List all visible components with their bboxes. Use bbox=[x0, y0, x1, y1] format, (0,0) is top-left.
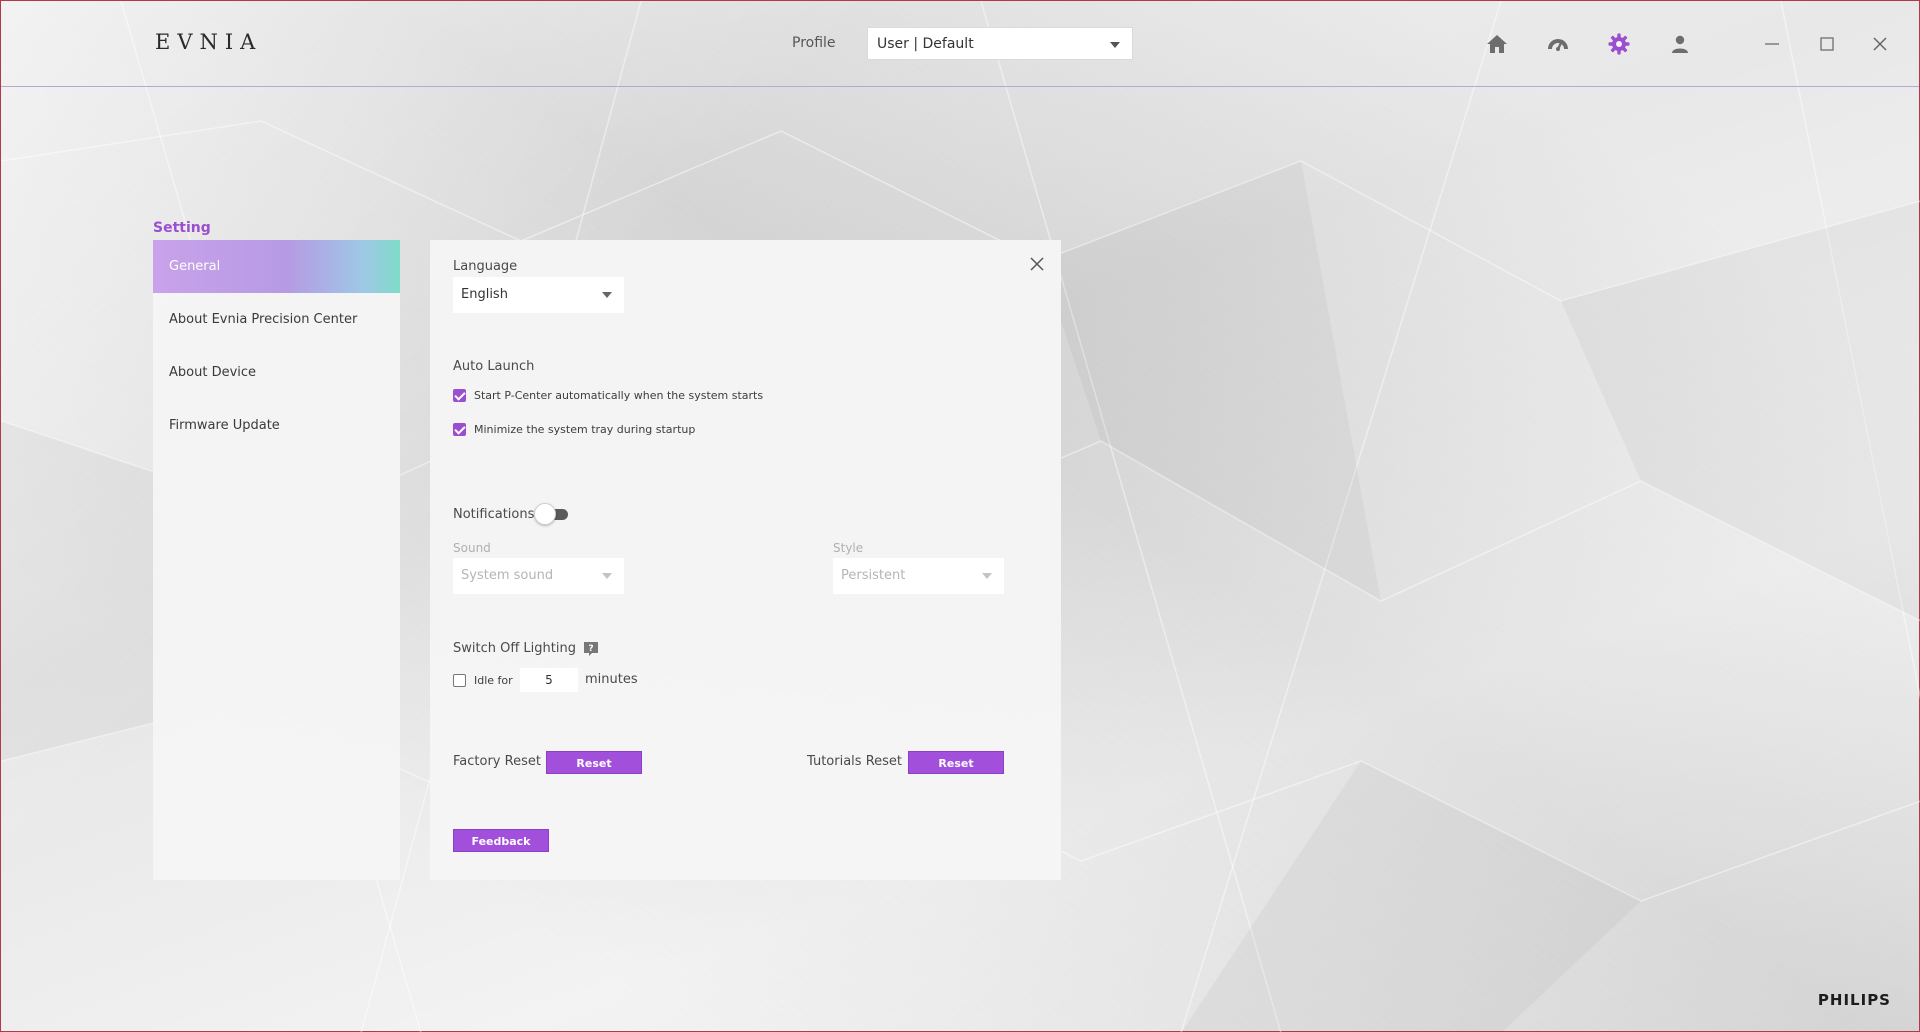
style-dropdown[interactable]: Persistent bbox=[833, 558, 1004, 594]
language-dropdown-value: English bbox=[461, 287, 508, 302]
tutorials-reset-label: Tutorials Reset bbox=[807, 754, 903, 769]
notifications-label: Notifications bbox=[453, 507, 535, 522]
chevron-down-icon bbox=[602, 573, 612, 579]
sidebar-item-general[interactable]: General bbox=[153, 240, 400, 293]
factory-reset-label: Factory Reset bbox=[453, 754, 541, 769]
sidebar-item-about-evnia[interactable]: About Evnia Precision Center bbox=[153, 293, 400, 346]
style-dropdown-value: Persistent bbox=[841, 568, 906, 583]
app-logo: EVNIA bbox=[155, 30, 263, 54]
feedback-button[interactable]: Feedback bbox=[453, 829, 549, 852]
toggle-knob bbox=[534, 503, 556, 525]
svg-text:?: ? bbox=[588, 644, 593, 654]
philips-logo: PHILIPS bbox=[1817, 991, 1891, 1009]
auto-launch-label: Auto Launch bbox=[453, 359, 535, 374]
chevron-down-icon bbox=[602, 292, 612, 298]
idle-unit-label: minutes bbox=[585, 672, 638, 687]
sidebar-item-about-device[interactable]: About Device bbox=[153, 346, 400, 399]
switch-off-lighting-label: Switch Off Lighting bbox=[453, 641, 576, 656]
minimize-tray-option[interactable]: Minimize the system tray during startup bbox=[453, 423, 695, 436]
minimize-tray-label: Minimize the system tray during startup bbox=[474, 423, 696, 436]
settings-sidebar: General About Evnia Precision Center Abo… bbox=[153, 240, 400, 880]
idle-label: Idle for bbox=[474, 674, 513, 687]
style-label: Style bbox=[833, 541, 864, 555]
profile-dropdown[interactable]: User | Default bbox=[867, 27, 1133, 60]
general-settings-panel: Language English Auto Launch Start P-Cen… bbox=[430, 240, 1061, 880]
language-label: Language bbox=[453, 259, 518, 274]
sound-dropdown[interactable]: System sound bbox=[453, 558, 624, 594]
dashboard-icon[interactable] bbox=[1546, 32, 1570, 56]
idle-checkbox[interactable] bbox=[453, 674, 466, 687]
sound-label: Sound bbox=[453, 541, 491, 555]
tutorials-reset-button[interactable]: Reset bbox=[908, 751, 1004, 774]
close-icon[interactable] bbox=[1867, 31, 1893, 57]
minimize-icon[interactable] bbox=[1759, 31, 1785, 57]
sound-dropdown-value: System sound bbox=[461, 568, 554, 583]
profile-label: Profile bbox=[792, 35, 836, 51]
idle-minutes-input[interactable]: 5 bbox=[520, 668, 578, 692]
notifications-toggle[interactable] bbox=[534, 503, 568, 525]
minimize-tray-checkbox[interactable] bbox=[453, 423, 466, 436]
title-bar: EVNIA Profile User | Default bbox=[1, 1, 1919, 87]
language-dropdown[interactable]: English bbox=[453, 277, 624, 313]
home-icon[interactable] bbox=[1485, 32, 1509, 56]
settings-icon[interactable] bbox=[1607, 32, 1631, 56]
panel-close-icon[interactable] bbox=[1027, 254, 1047, 274]
user-icon[interactable] bbox=[1668, 32, 1692, 56]
chevron-down-icon bbox=[982, 573, 992, 579]
profile-dropdown-value: User | Default bbox=[877, 36, 974, 52]
sidebar-item-firmware-update[interactable]: Firmware Update bbox=[153, 399, 400, 452]
help-icon[interactable]: ? bbox=[583, 641, 599, 657]
factory-reset-button[interactable]: Reset bbox=[546, 751, 642, 774]
chevron-down-icon bbox=[1110, 42, 1120, 48]
maximize-icon[interactable] bbox=[1814, 31, 1840, 57]
setting-title: Setting bbox=[153, 220, 211, 236]
auto-start-option[interactable]: Start P-Center automatically when the sy… bbox=[453, 389, 763, 402]
idle-option[interactable]: Idle for bbox=[453, 674, 513, 687]
auto-start-label: Start P-Center automatically when the sy… bbox=[474, 389, 764, 402]
auto-start-checkbox[interactable] bbox=[453, 389, 466, 402]
